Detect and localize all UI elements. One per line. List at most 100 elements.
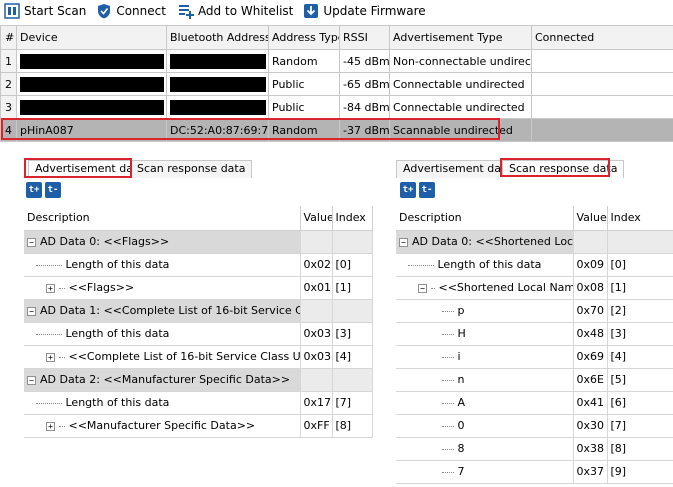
tab-scan-response-data[interactable]: Scan response data — [130, 160, 253, 178]
start-scan-label: Start Scan — [24, 4, 87, 18]
tree-row[interactable]: 8 0x38 [8] — [396, 437, 673, 461]
bluetooth-address: DC:52:A0:87:69:79 — [166, 118, 269, 142]
table-row[interactable]: 2 Public -65 dBm Connectable undirected — [0, 72, 673, 96]
tree-row[interactable]: + <<Flags>> 0x01 [1] — [24, 276, 373, 300]
tree-group-row[interactable]: − AD Data 1: <<Complete List of 16-bit Se… — [24, 299, 373, 323]
col-description[interactable]: Description — [24, 206, 301, 231]
col-description[interactable]: Description — [396, 206, 574, 231]
table-row[interactable]: 3 Public -84 dBm Connectable undirected — [0, 95, 673, 119]
address-type: Random — [268, 49, 340, 73]
tree-label: H — [457, 327, 466, 340]
expand-toggle-icon[interactable]: + — [46, 421, 55, 431]
expand-toggle-icon[interactable]: + — [46, 283, 55, 293]
tree-row[interactable]: Length of this data 0x09 [0] — [396, 253, 673, 277]
add-to-whitelist-button[interactable]: Add to Whitelist — [174, 1, 297, 21]
address-redacted — [166, 95, 269, 119]
rssi: -45 dBm — [339, 49, 390, 73]
expand-all-icon[interactable]: t+ — [400, 182, 416, 198]
tree-group-row[interactable]: − AD Data 0: <<Flags>> — [24, 230, 373, 254]
tree-label: p — [457, 304, 465, 317]
device-table-header: # Device Bluetooth Address Address Type … — [0, 25, 673, 50]
update-firmware-label: Update Firmware — [323, 4, 426, 18]
tab-scan-response-data[interactable]: Scan response data — [502, 160, 625, 178]
tree-label: <<Complete List of 16-bit Service Class … — [68, 350, 300, 363]
col-index[interactable]: Index — [607, 206, 673, 231]
address-type: Public — [268, 72, 340, 96]
tree-label: AD Data 0: <<Flags>> — [40, 235, 170, 248]
collapse-all-icon[interactable]: t- — [419, 182, 435, 198]
tree-row[interactable]: i 0x69 [4] — [396, 345, 673, 369]
col-index[interactable]: Index — [332, 206, 373, 231]
collapse-toggle-icon[interactable]: − — [27, 375, 36, 385]
toolbar: Start Scan Connect Add to Whitelist Upda… — [0, 0, 673, 22]
tree-row[interactable]: Length of this data 0x02 [0] — [24, 253, 373, 277]
tree-group-row[interactable]: − AD Data 2: <<Manufacturer Specific Data… — [24, 368, 373, 392]
tree-label: Length of this data — [65, 396, 170, 409]
right-tree-tools: t+ t- — [400, 182, 438, 202]
collapse-toggle-icon[interactable]: − — [399, 237, 408, 247]
shield-icon — [98, 4, 111, 19]
table-row-selected[interactable]: 4 pHinA087 DC:52:A0:87:69:79 Random -37 … — [0, 118, 673, 142]
col-num[interactable]: # — [0, 25, 17, 50]
download-icon — [304, 4, 319, 18]
tree-label: 0 — [457, 419, 465, 432]
expand-all-icon[interactable]: t+ — [26, 182, 42, 198]
col-value[interactable]: Value — [300, 206, 333, 231]
connect-button[interactable]: Connect — [92, 1, 170, 21]
tree-label: Length of this data — [65, 258, 170, 271]
rssi: -65 dBm — [339, 72, 390, 96]
col-connected[interactable]: Connected — [531, 25, 673, 50]
connected — [531, 118, 673, 142]
tree-row[interactable]: Length of this data 0x03 [3] — [24, 322, 373, 346]
tree-row[interactable]: H 0x48 [3] — [396, 322, 673, 346]
tree-label: 7 — [457, 465, 465, 478]
address-type: Public — [268, 95, 340, 119]
tree-row[interactable]: Length of this data 0x17 [7] — [24, 391, 373, 415]
tree-row[interactable]: + <<Manufacturer Specific Data>> 0xFF [8… — [24, 414, 373, 438]
col-address-type[interactable]: Address Type — [268, 25, 340, 50]
advertisement-panel: Advertisement data Scan response data t+… — [24, 158, 373, 438]
update-firmware-button[interactable]: Update Firmware — [299, 1, 429, 21]
col-device[interactable]: Device — [16, 25, 167, 50]
tree-label: <<Flags>> — [68, 281, 135, 294]
start-scan-button[interactable]: Start Scan — [0, 1, 90, 21]
col-advertisement-type[interactable]: Advertisement Type — [389, 25, 532, 50]
list-add-icon — [178, 5, 194, 19]
tree-row[interactable]: + <<Complete List of 16-bit Service Clas… — [24, 345, 373, 369]
tree-label: AD Data 0: <<Shortened Local Name>> — [412, 235, 573, 248]
col-bluetooth-address[interactable]: Bluetooth Address — [166, 25, 269, 50]
connected — [531, 72, 673, 96]
connected — [531, 95, 673, 119]
right-tab-strip: Advertisement data Scan response data — [396, 158, 673, 178]
tree-row[interactable]: 7 0x37 [9] — [396, 460, 673, 484]
tree-group-row[interactable]: −AD Data 0: <<Shortened Local Name>> — [396, 230, 673, 254]
collapse-all-icon[interactable]: t- — [45, 182, 61, 198]
scan-icon — [4, 3, 20, 19]
device-table: # Device Bluetooth Address Address Type … — [0, 25, 673, 142]
tree-row[interactable]: − <<Shortened Local Name>> 0x08 [1] — [396, 276, 673, 300]
advertisement-type: Scannable undirected — [389, 118, 532, 142]
tree-row[interactable]: n 0x6E [5] — [396, 368, 673, 392]
table-row[interactable]: 1 Random -45 dBm Non-connectable undirec… — [0, 49, 673, 73]
row-num: 3 — [0, 95, 17, 119]
tree-label: i — [457, 350, 461, 363]
collapse-toggle-icon[interactable]: − — [27, 306, 36, 316]
rssi: -37 dBm — [339, 118, 390, 142]
col-rssi[interactable]: RSSI — [339, 25, 390, 50]
device-name-redacted — [16, 49, 167, 73]
tree-row[interactable]: 0 0x30 [7] — [396, 414, 673, 438]
left-tree-tools: t+ t- — [26, 182, 64, 202]
tree-label: n — [457, 373, 465, 386]
scan-response-tree: Description Value Index − AD Data 0: <<Sh… — [396, 206, 673, 484]
tree-row[interactable]: A 0x41 [6] — [396, 391, 673, 415]
collapse-toggle-icon[interactable]: − — [418, 283, 427, 293]
tree-header: Description Value Index — [24, 206, 373, 231]
row-num: 4 — [0, 118, 17, 142]
expand-toggle-icon[interactable]: + — [46, 352, 55, 362]
device-name-redacted — [16, 72, 167, 96]
col-value[interactable]: Value — [573, 206, 608, 231]
tree-row[interactable]: p 0x70 [2] — [396, 299, 673, 323]
row-num: 2 — [0, 72, 17, 96]
collapse-toggle-icon[interactable]: − — [27, 237, 36, 247]
tab-advertisement-data[interactable]: Advertisement data — [396, 160, 520, 178]
